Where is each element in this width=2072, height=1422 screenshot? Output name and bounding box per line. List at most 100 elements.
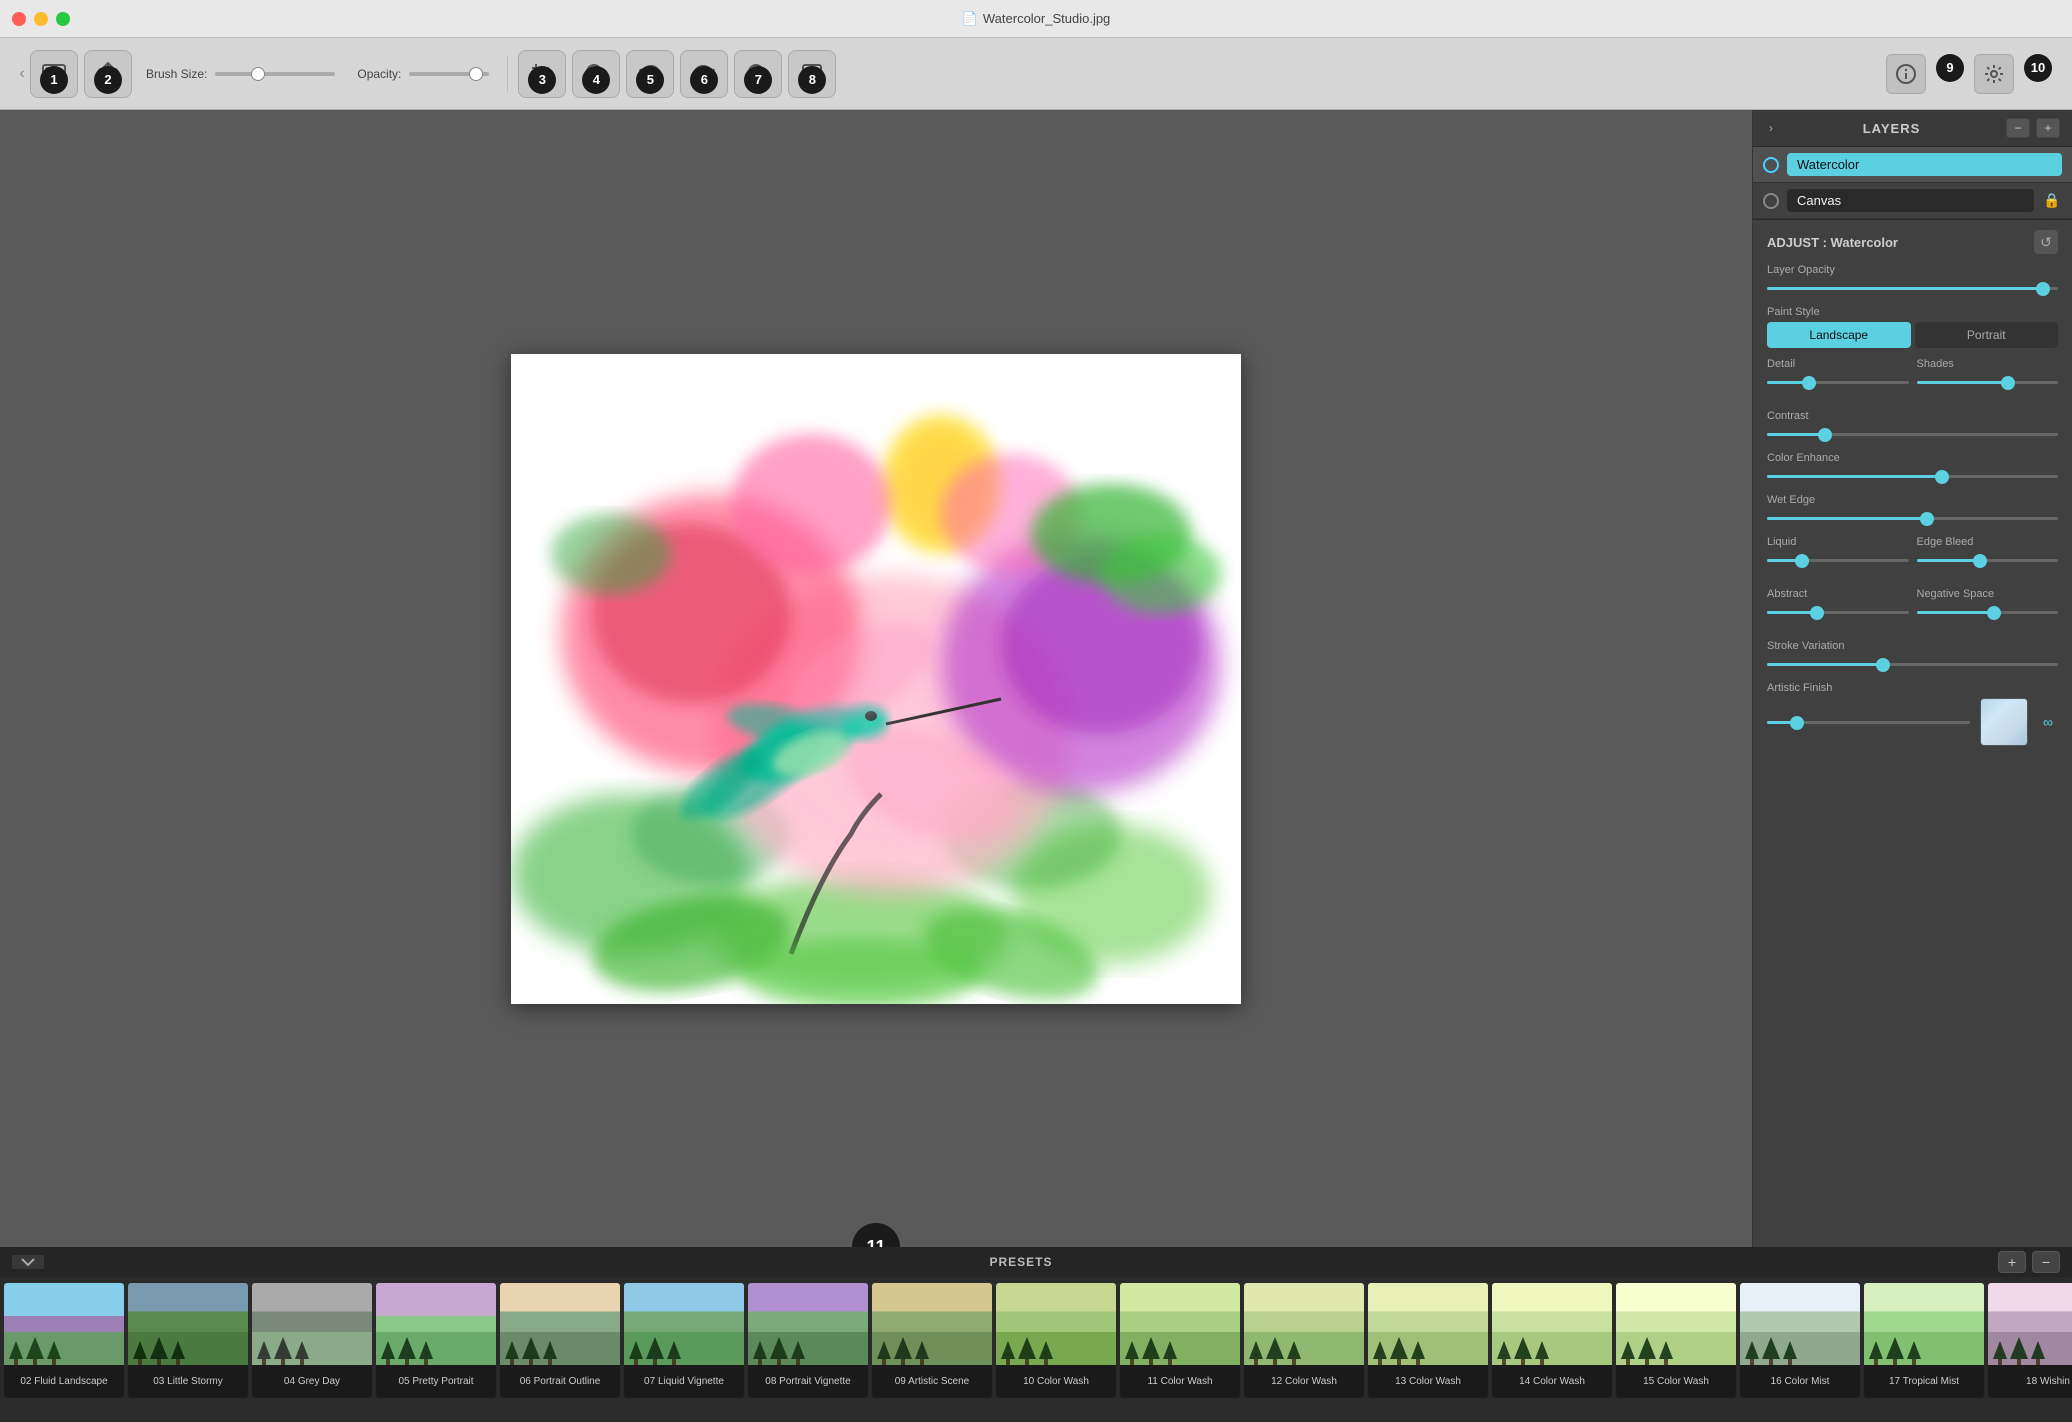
preset-thumb-17 — [1864, 1283, 1984, 1365]
preset-label-02: 02 Fluid Landscape — [4, 1365, 124, 1398]
preset-item-06[interactable]: 06 Portrait Outline — [500, 1283, 620, 1398]
canvas-wrapper — [511, 354, 1241, 1004]
preset-item-09[interactable]: 09 Artistic Scene — [872, 1283, 992, 1398]
opacity-thumb[interactable] — [469, 67, 483, 81]
preset-item-08[interactable]: 08 Portrait Vignette — [748, 1283, 868, 1398]
canvas-area: 11 — [0, 110, 1752, 1247]
presets-collapse-button[interactable] — [12, 1255, 44, 1269]
paint-style-landscape-button[interactable]: Landscape — [1767, 322, 1911, 348]
info-button[interactable] — [1886, 54, 1926, 94]
artistic-finish-slider[interactable] — [1767, 714, 1970, 730]
layers-title: LAYERS — [1863, 121, 1921, 136]
preset-item-11[interactable]: 11 Color Wash — [1120, 1283, 1240, 1398]
detail-knob[interactable] — [1802, 376, 1816, 390]
detail-control: Detail — [1767, 358, 1909, 390]
abstract-slider[interactable] — [1767, 604, 1909, 620]
artistic-finish-knob[interactable] — [1790, 716, 1804, 730]
negative-space-knob[interactable] — [1987, 606, 2001, 620]
opacity-control: Opacity: — [357, 67, 489, 81]
maximize-button[interactable] — [56, 12, 70, 26]
shades-knob[interactable] — [2001, 376, 2015, 390]
wet-edge-slider[interactable] — [1767, 510, 2058, 526]
wet-edge-control: Wet Edge — [1767, 494, 2058, 526]
presets-scroll[interactable]: 02 Fluid Landscape 03 Little Stormy — [0, 1277, 2072, 1422]
edge-bleed-knob[interactable] — [1973, 554, 1987, 568]
preset-item-07[interactable]: 07 Liquid Vignette — [624, 1283, 744, 1398]
preset-item-18[interactable]: 18 Wishin — [1988, 1283, 2072, 1398]
preset-item-17[interactable]: 17 Tropical Mist — [1864, 1283, 1984, 1398]
shades-label: Shades — [1917, 358, 2059, 370]
preset-item-05[interactable]: 05 Pretty Portrait — [376, 1283, 496, 1398]
preset-item-02[interactable]: 02 Fluid Landscape — [4, 1283, 124, 1398]
presets-remove-button[interactable]: − — [2032, 1251, 2060, 1273]
stroke-variation-knob[interactable] — [1876, 658, 1890, 672]
layer-dot-watercolor — [1763, 157, 1779, 173]
layer-item-watercolor[interactable]: Watercolor — [1753, 147, 2072, 183]
settings-button[interactable] — [1974, 54, 2014, 94]
contrast-slider[interactable] — [1767, 426, 2058, 442]
layers-plus-button[interactable]: + — [2036, 118, 2060, 138]
paint-style-portrait-button[interactable]: Portrait — [1915, 322, 2059, 348]
negative-space-control: Negative Space — [1917, 588, 2059, 620]
abstract-knob[interactable] — [1810, 606, 1824, 620]
top-right-actions: 9 10 — [1886, 54, 2052, 94]
layer-canvas-button[interactable]: Canvas — [1787, 189, 2034, 212]
minimize-button[interactable] — [34, 12, 48, 26]
brush-size-thumb[interactable] — [251, 67, 265, 81]
settings-number: 10 — [2024, 54, 2052, 82]
preset-item-04[interactable]: 04 Grey Day — [252, 1283, 372, 1398]
color-enhance-knob[interactable] — [1935, 470, 1949, 484]
preset-label-09: 09 Artistic Scene — [872, 1365, 992, 1398]
layer-item-canvas[interactable]: Canvas 🔒 — [1753, 183, 2072, 219]
close-button[interactable] — [12, 12, 26, 26]
preset-thumb-03 — [128, 1283, 248, 1365]
preset-thumb-12 — [1244, 1283, 1364, 1365]
preset-label-11: 11 Color Wash — [1120, 1365, 1240, 1398]
negative-space-slider[interactable] — [1917, 604, 2059, 620]
presets-controls: + − — [1998, 1251, 2060, 1273]
adjust-panel: ADJUST : Watercolor ↺ Layer Opacity Pain… — [1753, 220, 2072, 1247]
color-enhance-slider[interactable] — [1767, 468, 2058, 484]
brush-size-label: Brush Size: — [146, 67, 207, 81]
layers-expand-arrow[interactable]: › — [1765, 121, 1777, 135]
preset-item-12[interactable]: 12 Color Wash — [1244, 1283, 1364, 1398]
liquid-slider[interactable] — [1767, 552, 1909, 568]
preset-label-15: 15 Color Wash — [1616, 1365, 1736, 1398]
preset-item-14[interactable]: 14 Color Wash — [1492, 1283, 1612, 1398]
artistic-finish-preview[interactable] — [1980, 698, 2028, 746]
brush-size-slider[interactable] — [215, 72, 335, 76]
preset-item-10[interactable]: 10 Color Wash — [996, 1283, 1116, 1398]
canvas-image[interactable] — [511, 354, 1241, 1004]
preset-item-15[interactable]: 15 Color Wash — [1616, 1283, 1736, 1398]
file-icon: 📄 — [962, 11, 978, 27]
detail-slider[interactable] — [1767, 374, 1909, 390]
layer-watercolor-button[interactable]: Watercolor — [1787, 153, 2062, 176]
preset-item-13[interactable]: 13 Color Wash — [1368, 1283, 1488, 1398]
preset-thumb-16 — [1740, 1283, 1860, 1365]
adjust-reset-button[interactable]: ↺ — [2034, 230, 2058, 254]
layers-minus-button[interactable]: − — [2006, 118, 2030, 138]
layer-opacity-slider[interactable] — [1767, 280, 2058, 296]
wet-edge-knob[interactable] — [1920, 512, 1934, 526]
presets-section: PRESETS + − 02 Fluid Landscape — [0, 1247, 2072, 1422]
finish-link-icon[interactable]: ∞ — [2038, 712, 2058, 732]
preset-item-16[interactable]: 16 Color Mist — [1740, 1283, 1860, 1398]
edge-bleed-slider[interactable] — [1917, 552, 2059, 568]
presets-add-button[interactable]: + — [1998, 1251, 2026, 1273]
contrast-knob[interactable] — [1818, 428, 1832, 442]
stroke-variation-slider[interactable] — [1767, 656, 2058, 672]
layer-opacity-knob[interactable] — [2036, 282, 2050, 296]
preset-thumb-08 — [748, 1283, 868, 1365]
opacity-slider[interactable] — [409, 72, 489, 76]
adjust-title: ADJUST : Watercolor — [1767, 235, 1898, 250]
window-title: 📄 Watercolor_Studio.jpg — [962, 11, 1111, 27]
window-controls[interactable] — [12, 12, 70, 26]
preset-label-13: 13 Color Wash — [1368, 1365, 1488, 1398]
right-panel: › LAYERS − + Watercolor Canvas 🔒 ADJUST … — [1752, 110, 2072, 1247]
expand-handle[interactable]: 11 — [852, 1223, 900, 1247]
liquid-knob[interactable] — [1795, 554, 1809, 568]
preset-item-03[interactable]: 03 Little Stormy — [128, 1283, 248, 1398]
shades-slider[interactable] — [1917, 374, 2059, 390]
preset-thumb-11 — [1120, 1283, 1240, 1365]
opacity-label: Opacity: — [357, 67, 401, 81]
